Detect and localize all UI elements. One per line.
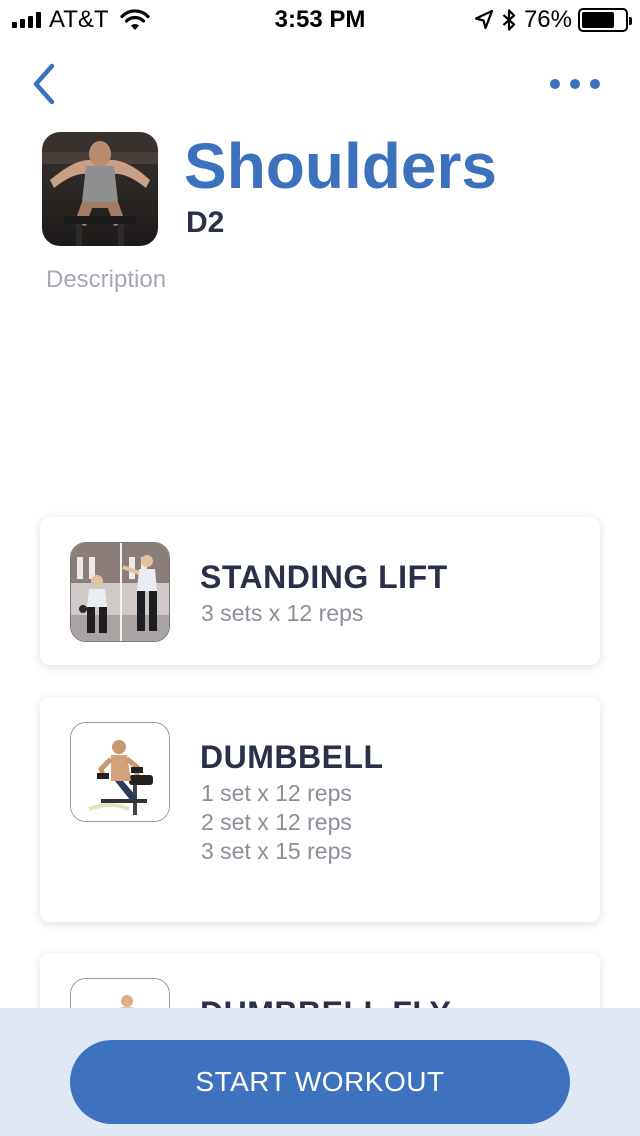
more-dots-icon — [550, 79, 560, 89]
chevron-left-icon — [33, 63, 55, 105]
exercise-set-line: 1 set x 12 reps — [201, 780, 352, 806]
exercise-card[interactable]: STANDING LIFT 3 sets x 12 reps — [40, 517, 600, 665]
exercise-set-line: 2 set x 12 reps — [201, 809, 352, 835]
exercise-thumbnail — [70, 722, 170, 822]
standing-lift-photo-icon — [71, 543, 169, 641]
workout-photo-icon — [42, 132, 158, 246]
exercise-sets: 3 sets x 12 reps — [201, 599, 363, 628]
workout-thumbnail[interactable] — [42, 132, 158, 246]
more-options-button[interactable] — [550, 72, 600, 96]
exercise-set-line: 3 sets x 12 reps — [201, 600, 364, 626]
more-dot — [570, 79, 580, 89]
exercise-set-line: 3 set x 15 reps — [201, 838, 352, 864]
more-dot — [590, 79, 600, 89]
workout-title: Shoulders — [184, 130, 497, 202]
status-bar: AT&T 3:53 PM 76% — [0, 0, 640, 40]
bluetooth-icon — [502, 9, 516, 31]
exercise-thumbnail — [70, 542, 170, 642]
dumbbell-photo-icon — [71, 723, 169, 821]
exercise-sets: 1 set x 12 reps 2 set x 12 reps 3 set x … — [201, 779, 352, 866]
battery-level-fill — [582, 12, 614, 28]
location-icon — [474, 9, 494, 30]
battery-icon — [578, 8, 632, 32]
workout-subtitle: D2 — [186, 206, 225, 239]
back-button[interactable] — [26, 58, 66, 110]
start-workout-button[interactable]: START WORKOUT — [70, 1040, 570, 1124]
exercise-card[interactable]: DUMBBELL 1 set x 12 reps 2 set x 12 reps… — [40, 697, 600, 922]
exercise-name: STANDING LIFT — [200, 559, 448, 595]
battery-percent: 76% — [523, 6, 572, 33]
bottom-action-bar: START WORKOUT — [0, 1008, 640, 1136]
description-field[interactable]: Description — [46, 266, 166, 294]
exercise-name: DUMBBELL — [200, 739, 384, 775]
